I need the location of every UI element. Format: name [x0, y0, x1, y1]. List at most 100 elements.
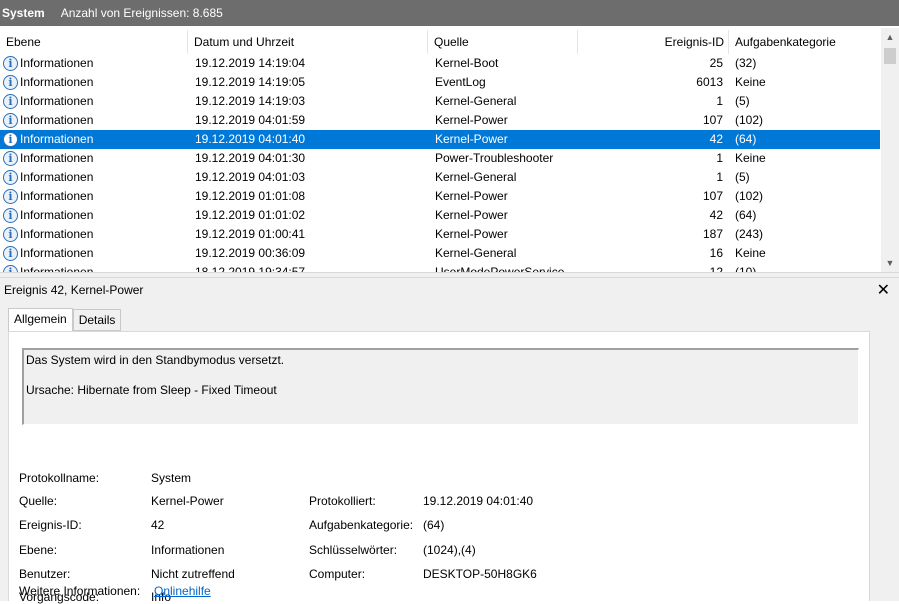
level-text: Informationen	[20, 132, 94, 146]
cell-level: iInformationen	[0, 206, 188, 225]
table-row[interactable]: i Informationen 19.12.2019 14:19:04 Kernel-…	[0, 54, 880, 73]
cell-event-id: 107	[702, 113, 723, 127]
info-icon: i	[3, 208, 18, 223]
cell-datetime: 19.12.2019 01:01:02	[195, 208, 306, 222]
level-text: Informationen	[20, 246, 94, 260]
cell-source: Kernel-Power	[435, 208, 508, 222]
cell-datetime: 19.12.2019 01:01:08	[195, 189, 306, 203]
label-more-info: Weitere Informationen:	[19, 584, 141, 598]
cell-source: Kernel-Boot	[435, 56, 499, 70]
event-list-header: Ebene Datum und Uhrzeit Quelle Ereignis-…	[0, 30, 880, 54]
tab-general[interactable]: Allgemein	[8, 308, 73, 332]
label-logged: Protokolliert:	[309, 494, 376, 508]
cell-datetime: 19.12.2019 14:19:04	[195, 56, 306, 70]
level-text: Informationen	[20, 189, 94, 203]
cell-task-category: (243)	[735, 227, 764, 241]
scroll-thumb[interactable]	[884, 48, 896, 64]
cell-source: Kernel-Power	[435, 132, 508, 146]
cell-datetime: 19.12.2019 14:19:05	[195, 75, 306, 89]
scroll-down-icon[interactable]: ▼	[881, 254, 899, 272]
log-name: System	[2, 6, 45, 20]
cell-task-category: (10)	[735, 265, 757, 272]
level-text: Informationen	[20, 56, 94, 70]
table-row[interactable]: i Informationen 19.12.2019 14:19:05 EventLo…	[0, 73, 880, 92]
cell-level: iInformationen	[0, 73, 188, 92]
cell-datetime: 19.12.2019 00:36:09	[195, 246, 306, 260]
column-header-level[interactable]: Ebene	[0, 30, 188, 54]
table-row[interactable]: i Informationen 19.12.2019 01:00:41 Kernel-…	[0, 225, 880, 244]
cell-source: Kernel-Power	[435, 189, 508, 203]
scroll-up-icon[interactable]: ▲	[881, 28, 899, 46]
label-user: Benutzer:	[19, 567, 71, 581]
cell-task-category: (102)	[735, 189, 764, 203]
level-text: Informationen	[20, 151, 94, 165]
cell-source: UserModePowerService	[435, 265, 565, 272]
cell-source: Kernel-General	[435, 94, 517, 108]
cell-level: iInformationen	[0, 263, 188, 272]
tab-details[interactable]: Details	[72, 309, 122, 331]
value-log-name: System	[151, 471, 192, 485]
log-title-bar: System Anzahl von Ereignissen: 8.685	[0, 0, 899, 26]
cell-task-category: (5)	[735, 94, 750, 108]
cell-source: Power-Troubleshooter	[435, 151, 554, 165]
cell-level: iInformationen	[0, 54, 188, 73]
table-row[interactable]: i Informationen 19.12.2019 04:01:40 Kernel-…	[0, 130, 880, 149]
table-row[interactable]: i Informationen 19.12.2019 01:01:02 Kernel-…	[0, 206, 880, 225]
cell-level: iInformationen	[0, 149, 188, 168]
info-icon: i	[3, 265, 18, 272]
cell-task-category: Keine	[735, 75, 766, 89]
table-row[interactable]: iInformationen 18.12.2019 19:34:57 UserMod…	[0, 263, 880, 272]
level-text: Informationen	[20, 265, 94, 272]
cell-event-id: 1	[716, 151, 723, 165]
label-computer: Computer:	[309, 567, 366, 581]
level-text: Informationen	[20, 170, 94, 184]
cell-event-id: 6013	[696, 75, 723, 89]
cell-datetime: 18.12.2019 19:34:57	[195, 265, 306, 272]
cell-event-id: 187	[702, 227, 723, 241]
level-text: Informationen	[20, 94, 94, 108]
column-header-task-category[interactable]: Aufgabenkategorie	[729, 30, 880, 54]
column-header-datetime[interactable]: Datum und Uhrzeit	[188, 30, 428, 54]
table-row[interactable]: i Informationen 19.12.2019 04:01:30 Power-T…	[0, 149, 880, 168]
label-event-id: Ereignis-ID:	[19, 518, 82, 532]
cell-level: iInformationen	[0, 130, 188, 149]
cell-source: Kernel-General	[435, 246, 517, 260]
info-icon: i	[3, 132, 18, 147]
value-source: Kernel-Power	[151, 494, 224, 508]
cell-event-id: 1	[716, 94, 723, 108]
info-icon: i	[3, 94, 18, 109]
cell-event-id: 1	[716, 170, 723, 184]
level-text: Informationen	[20, 208, 94, 222]
cell-task-category: (32)	[735, 56, 757, 70]
cell-source: Kernel-General	[435, 170, 517, 184]
column-header-source[interactable]: Quelle	[428, 30, 578, 54]
value-computer: DESKTOP-50H8GK6	[423, 567, 537, 581]
column-header-event-id[interactable]: Ereignis-ID	[578, 30, 729, 54]
close-icon[interactable]: ✕	[877, 280, 890, 300]
cell-level: iInformationen	[0, 187, 188, 206]
table-row[interactable]: i Informationen 19.12.2019 01:01:08 Kernel-…	[0, 187, 880, 206]
table-row[interactable]: i Informationen 19.12.2019 04:01:59 Kernel-…	[0, 111, 880, 130]
cell-source: Kernel-Power	[435, 113, 508, 127]
detail-tabs: Allgemein Details	[8, 308, 122, 332]
cell-level: iInformationen	[0, 168, 188, 187]
cell-event-id: 25	[709, 56, 723, 70]
label-keywords: Schlüsselwörter:	[309, 543, 398, 557]
table-row[interactable]: i Informationen 19.12.2019 00:36:09 Kernel-…	[0, 244, 880, 263]
value-keywords: (1024),(4)	[423, 543, 476, 557]
table-row[interactable]: i Informationen 19.12.2019 14:19:03 Kernel-…	[0, 92, 880, 111]
event-detail-title: Ereignis 42, Kernel-Power	[4, 283, 144, 297]
tab-panel-general: Das System wird in den Standbymodus vers…	[8, 331, 870, 604]
cell-source: EventLog	[435, 75, 486, 89]
online-help-link[interactable]: Onlinehilfe	[154, 584, 211, 598]
cell-datetime: 19.12.2019 01:00:41	[195, 227, 306, 241]
cell-event-id: 42	[709, 208, 723, 222]
event-list-scrollbar[interactable]: ▲ ▼	[881, 28, 899, 272]
label-log-name: Protokollname:	[19, 471, 100, 485]
cell-datetime: 19.12.2019 04:01:03	[195, 170, 306, 184]
table-row[interactable]: i Informationen 19.12.2019 04:01:03 Kernel-…	[0, 168, 880, 187]
event-list[interactable]: Ebene Datum und Uhrzeit Quelle Ereignis-…	[0, 28, 899, 272]
label-source: Quelle:	[19, 494, 58, 508]
level-text: Informationen	[20, 75, 94, 89]
cell-event-id: 16	[709, 246, 723, 260]
